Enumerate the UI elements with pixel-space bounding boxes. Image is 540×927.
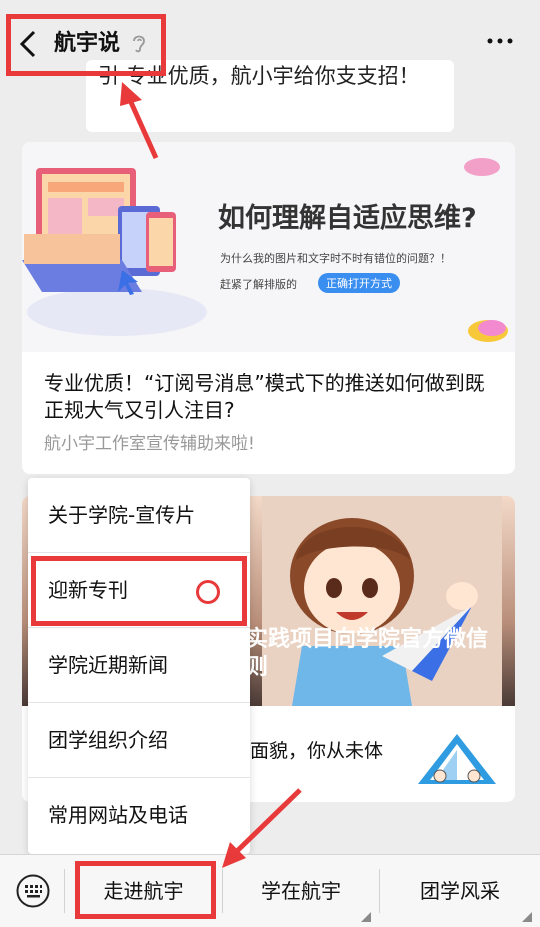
submenu-item-promo-video[interactable]: 关于学院-宣传片 xyxy=(28,478,250,553)
submenu-item-label: 学院近期新闻 xyxy=(48,653,168,677)
paper-plane-logo xyxy=(418,734,496,784)
banner-pill: 正确打开方式 xyxy=(318,273,400,293)
cover-overlay-text: 实践项目向学院官方微信 则 xyxy=(246,627,489,680)
title-highlight-box xyxy=(6,14,166,76)
decorative-blob-top xyxy=(464,158,500,176)
submenu-item-organizations[interactable]: 团学组织介绍 xyxy=(28,703,250,778)
keyboard-icon[interactable] xyxy=(16,874,50,908)
banner-headline: 如何理解自适应思维? xyxy=(218,203,477,234)
menu-tab-xuezai[interactable]: 学在航宇 xyxy=(223,855,379,927)
menu-tab-tuanxue[interactable]: 团学风采 xyxy=(380,855,540,927)
article-title[interactable]: 专业优质！“订阅号消息”模式下的推送如何做到既正规大气又引人注目? xyxy=(44,370,502,424)
submenu-item-websites-phones[interactable]: 常用网站及电话 xyxy=(28,778,250,853)
submenu-popup: 关于学院-宣传片 迎新专刊 学院近期新闻 团学组织介绍 常用网站及电话 xyxy=(28,478,250,854)
submenu-item-recent-news[interactable]: 学院近期新闻 xyxy=(28,628,250,703)
responsive-devices-illustration xyxy=(22,168,207,336)
submenu-indicator-icon xyxy=(522,912,532,922)
article-preview-text: 面貌，你从未体 xyxy=(250,740,384,762)
submenu-item-label: 常用网站及电话 xyxy=(48,803,188,827)
tab-highlight-box xyxy=(75,861,216,919)
submenu-item-label: 关于学院-宣传片 xyxy=(48,503,196,527)
menu-tab-label: 学在航宇 xyxy=(261,879,341,903)
article-card[interactable]: 如何理解自适应思维? 为什么我的图片和文字时不时有错位的问题？！ 赶紧了解排版的… xyxy=(22,142,515,474)
banner-subline: 为什么我的图片和文字时不时有错位的问题？！ xyxy=(220,252,451,265)
menu-tab-label: 团学风采 xyxy=(420,879,500,903)
article-subtitle: 航小宇工作室宣传辅助来啦! xyxy=(44,434,255,454)
submenu-highlight-box xyxy=(31,556,247,626)
article-banner-image: 如何理解自适应思维? 为什么我的图片和文字时不时有错位的问题？！ 赶紧了解排版的… xyxy=(22,142,515,352)
decorative-blob-bottom xyxy=(468,320,508,342)
submenu-item-label: 团学组织介绍 xyxy=(48,728,168,752)
more-dots-icon[interactable] xyxy=(486,36,514,46)
submenu-indicator-icon xyxy=(361,912,371,922)
banner-subline-2: 赶紧了解排版的 xyxy=(220,278,297,291)
